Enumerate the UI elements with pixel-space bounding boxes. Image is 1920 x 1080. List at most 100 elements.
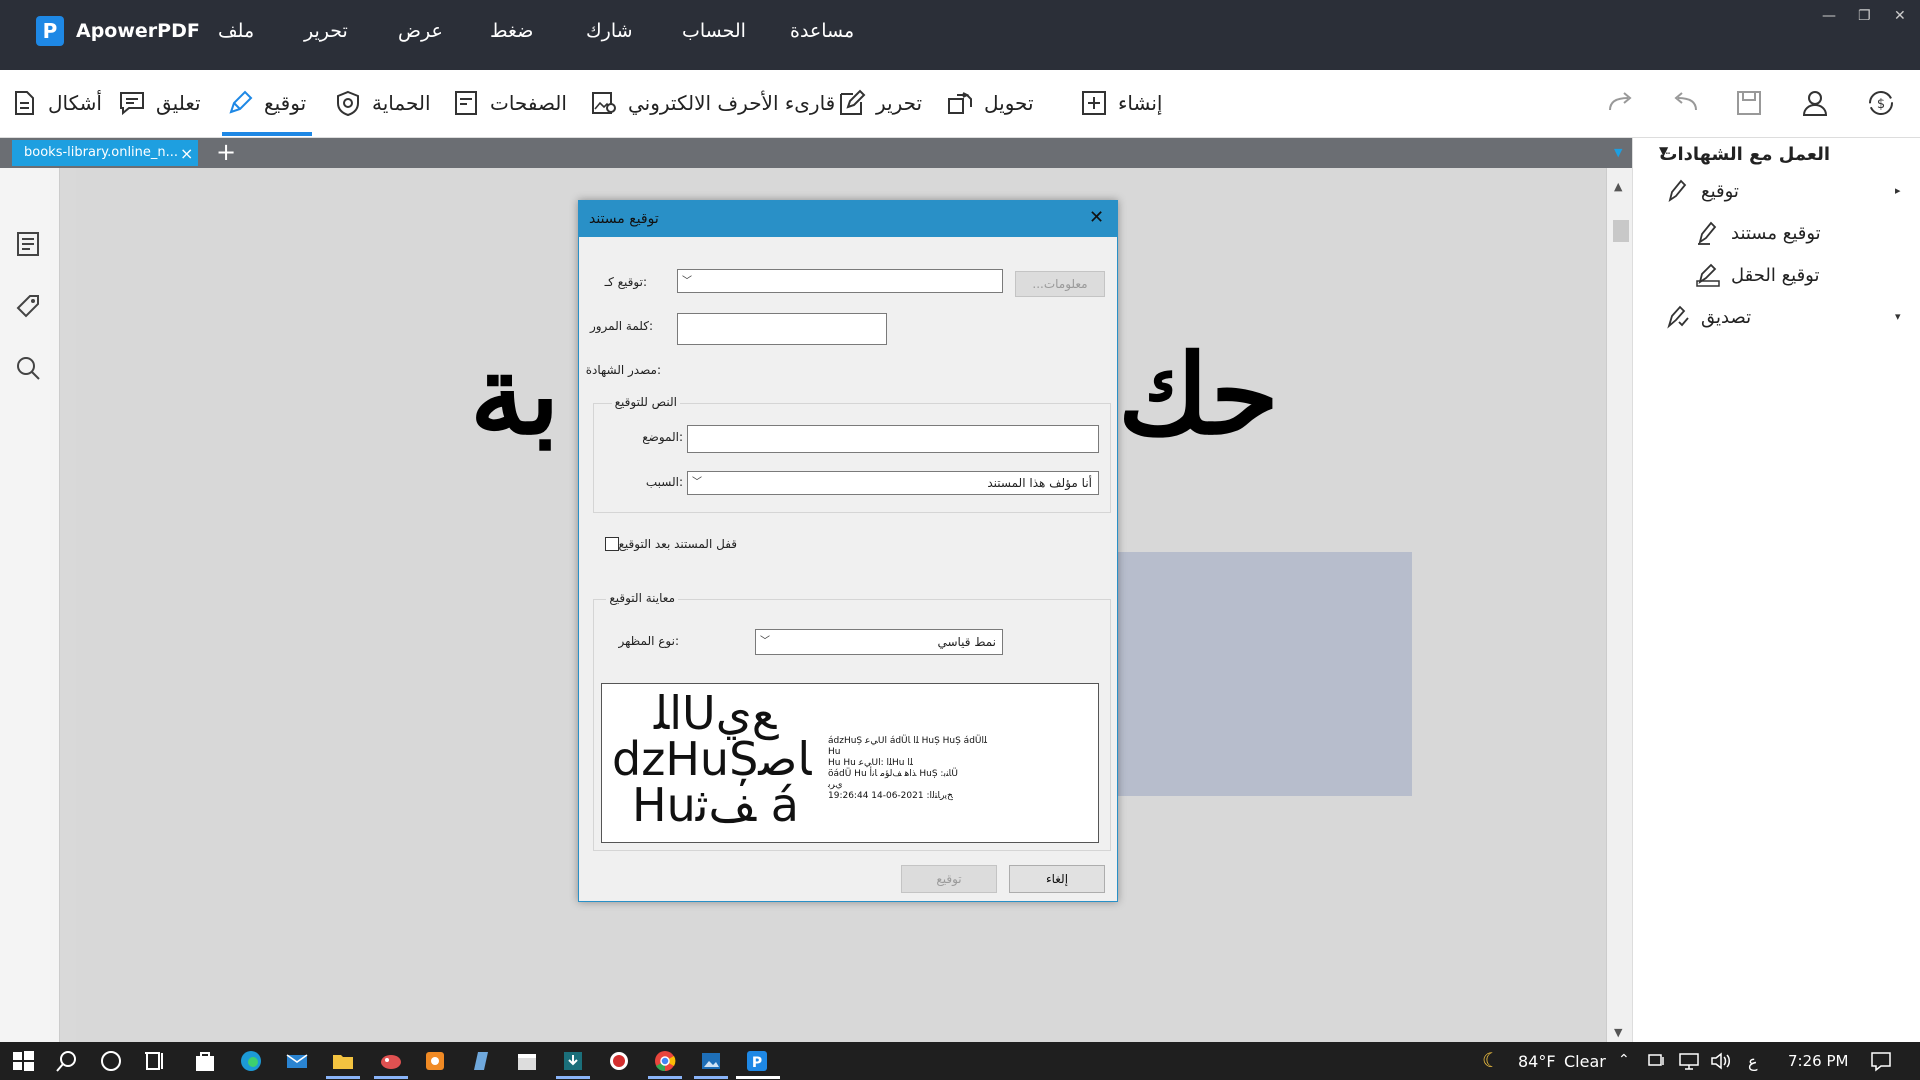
input-language[interactable]: ع xyxy=(1748,1052,1758,1071)
notifications-icon[interactable] xyxy=(1868,1048,1894,1074)
tool-edit-label: تحرير xyxy=(876,91,923,115)
document-tab-title: books-library.online_n... xyxy=(24,145,179,160)
appearance-type-value: نمط قياسي xyxy=(937,635,996,649)
tool-create-label: إنشاء xyxy=(1118,91,1163,115)
panel-item-certify[interactable]: تصديق xyxy=(1665,304,1751,330)
close-window-button[interactable]: ✕ xyxy=(1894,8,1906,24)
tool-create[interactable]: إنشاء xyxy=(1080,70,1162,136)
location-input[interactable] xyxy=(687,425,1099,453)
chrome-icon[interactable] xyxy=(652,1048,678,1074)
volume-icon[interactable] xyxy=(1708,1048,1734,1074)
currency-refresh-icon[interactable]: $ xyxy=(1866,88,1896,118)
panel-item-sign-field-label: توقيع الحقل xyxy=(1731,264,1820,286)
menu-file[interactable]: ملف xyxy=(218,20,254,42)
notes-icon[interactable] xyxy=(468,1048,494,1074)
save-icon[interactable] xyxy=(1734,88,1764,118)
windows-start-icon[interactable] xyxy=(10,1048,36,1074)
tool-convert[interactable]: تحويل xyxy=(946,70,1034,136)
tool-sign[interactable]: توقيع xyxy=(226,70,306,136)
scroll-down-icon[interactable]: ▼ xyxy=(1614,1026,1622,1039)
lock-document-checkbox[interactable] xyxy=(605,537,619,551)
tray-expand-icon[interactable]: ⌃ xyxy=(1618,1052,1630,1068)
edge-icon[interactable] xyxy=(238,1048,264,1074)
tool-shapes[interactable]: أشكال xyxy=(10,70,102,136)
menu-compress[interactable]: ضغط xyxy=(490,20,533,42)
document-tab[interactable]: books-library.online_n... xyxy=(12,140,198,166)
redo-icon[interactable] xyxy=(1606,88,1636,118)
add-tab-button[interactable]: + xyxy=(216,138,236,166)
cancel-button[interactable]: إلغاء xyxy=(1009,865,1105,893)
menu-view[interactable]: عرض xyxy=(398,20,443,42)
windows-taskbar: P ☾ 84°F Clear ⌃ ع 7:26 PM xyxy=(0,1042,1920,1080)
download-app-icon[interactable] xyxy=(560,1048,586,1074)
panel-item-sign[interactable]: توقيع xyxy=(1665,178,1739,204)
app-orange-icon[interactable] xyxy=(422,1048,448,1074)
mail-icon[interactable] xyxy=(284,1048,310,1074)
store-icon[interactable] xyxy=(192,1048,218,1074)
document-heading-left: بة xyxy=(470,330,560,459)
sign-as-select[interactable]: ﹀ xyxy=(677,269,1003,293)
tool-pages[interactable]: الصفحات xyxy=(452,70,567,136)
location-label: الموضع: xyxy=(642,430,683,444)
cortana-icon[interactable] xyxy=(98,1048,124,1074)
apowerpdf-taskbar-icon[interactable]: P xyxy=(744,1048,770,1074)
certificate-panel: ▼ العمل مع الشهادات ▸ توقيع توقيع مستند … xyxy=(1632,138,1920,1042)
clock-time[interactable]: 7:26 PM xyxy=(1788,1052,1848,1070)
dialog-close-icon[interactable]: ✕ xyxy=(1089,207,1104,228)
minimize-button[interactable]: — xyxy=(1822,8,1836,24)
reason-select-value: أنا مؤلف هذا المستند xyxy=(987,476,1092,490)
search-icon[interactable] xyxy=(14,354,42,382)
bookmark-tag-icon[interactable] xyxy=(14,292,42,320)
panel-item-sign-field[interactable]: توقيع الحقل xyxy=(1695,262,1820,288)
comment-icon xyxy=(120,92,144,116)
signature-preview: ﺍﻠUﻊﻱ dzHuȘﺎﺻ Huﻒﺛ á ádzHuȘ ﻲﻋUl ádÜﻠﺍ ﺎ… xyxy=(601,683,1099,843)
tool-convert-label: تحويل xyxy=(984,91,1034,115)
document-heading-right: حك xyxy=(1118,330,1279,459)
file-explorer-icon[interactable] xyxy=(330,1048,356,1074)
record-icon[interactable] xyxy=(606,1048,632,1074)
search-icon[interactable] xyxy=(54,1048,80,1074)
weather-description[interactable]: Clear xyxy=(1564,1052,1606,1071)
reason-label: السبب: xyxy=(645,475,683,489)
appearance-type-select[interactable]: نمط قياسي ﹀ xyxy=(755,629,1003,655)
tool-edit[interactable]: تحرير xyxy=(838,70,922,136)
task-view-icon[interactable] xyxy=(142,1048,168,1074)
menu-account[interactable]: الحساب xyxy=(682,20,746,42)
menu-help[interactable]: مساعدة xyxy=(790,20,854,42)
tool-protect-label: الحماية xyxy=(372,91,431,115)
certify-expand-icon[interactable]: ▾ xyxy=(1895,310,1901,323)
preview-name-line-1: ﺍﻠUﻊﻱ xyxy=(654,686,777,740)
info-button[interactable]: معلومات... xyxy=(1015,271,1105,297)
paint-icon[interactable] xyxy=(378,1048,404,1074)
tool-comment[interactable]: تعليق xyxy=(118,70,201,136)
tool-ocr[interactable]: قارىء الأحرف الالكتروني xyxy=(590,70,835,136)
photos-icon[interactable] xyxy=(698,1048,724,1074)
scroll-thumb[interactable] xyxy=(1613,220,1629,242)
dialog-titlebar: توقيع مستند xyxy=(579,201,1117,237)
sign-button[interactable]: توقيع xyxy=(901,865,997,893)
clapper-icon[interactable] xyxy=(514,1048,540,1074)
panel-item-certify-label: تصديق xyxy=(1701,306,1752,328)
undo-icon[interactable] xyxy=(1670,88,1700,118)
user-icon[interactable] xyxy=(1800,88,1830,118)
restore-button[interactable]: ❐ xyxy=(1858,8,1871,24)
weather-moon-icon[interactable]: ☾ xyxy=(1482,1048,1500,1072)
tab-dropdown-icon[interactable]: ▼ xyxy=(1614,146,1622,159)
thumbnails-icon[interactable] xyxy=(14,230,42,258)
apowerpdf-active-indicator xyxy=(736,1076,780,1079)
edit-icon xyxy=(840,89,866,115)
weather-temperature[interactable]: 84°F xyxy=(1518,1052,1556,1071)
preview-name-line-2: dzHuȘﺎﺻ xyxy=(612,732,812,786)
menu-share[interactable]: شارك xyxy=(586,20,633,42)
network-monitor-icon[interactable] xyxy=(1644,1048,1670,1074)
menu-edit[interactable]: تحرير xyxy=(304,20,348,42)
vertical-scrollbar[interactable]: ▲ ▼ xyxy=(1606,168,1632,1042)
document-tab-close-icon[interactable]: × xyxy=(180,144,193,163)
reason-select[interactable]: أنا مؤلف هذا المستند ﹀ xyxy=(687,471,1099,495)
scroll-up-icon[interactable]: ▲ xyxy=(1614,180,1622,193)
sign-expand-icon[interactable]: ▸ xyxy=(1895,184,1901,197)
network-icon[interactable] xyxy=(1676,1048,1702,1074)
tool-protect[interactable]: الحماية xyxy=(334,70,431,136)
password-input[interactable] xyxy=(677,313,887,345)
panel-item-sign-document[interactable]: توقيع مستند xyxy=(1695,220,1821,246)
